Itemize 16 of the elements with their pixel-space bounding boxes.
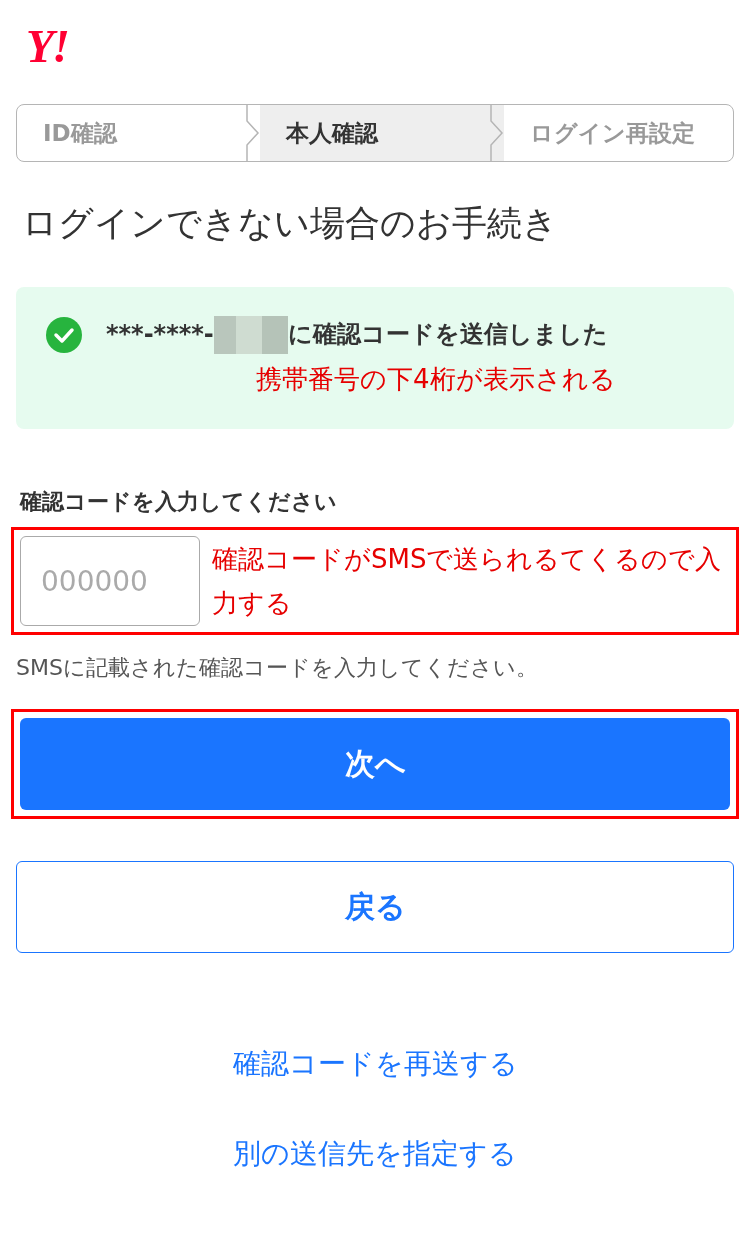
annotation-text: 確認コードがSMSで送られるてくるので入力する xyxy=(212,543,723,620)
notice-text: ***-****- に確認コードを送信しました xyxy=(106,309,608,359)
page-title: ログインできない場合のお手続き xyxy=(22,202,559,245)
field-label: 確認コードを入力してください xyxy=(20,488,338,516)
annotation-text: 携帯番号の下4桁が表示される xyxy=(256,363,616,396)
text-link[interactable]: 別の送信先を指定する xyxy=(233,1135,517,1173)
step-label: ID確認 xyxy=(42,118,119,148)
step-label: ログイン再設定 xyxy=(528,118,696,148)
help-text: SMSに記載された確認コードを入力してください。 xyxy=(16,654,539,682)
back-button[interactable]: 戻る xyxy=(16,861,734,953)
next-button[interactable]: 次へ xyxy=(20,718,730,810)
check-icon xyxy=(46,317,82,353)
step-label: 本人確認 xyxy=(260,105,490,161)
text-link[interactable]: 確認コードを再送する xyxy=(232,1045,518,1083)
logo[interactable]: Y! xyxy=(26,22,68,72)
code-input-field[interactable]: 000000 xyxy=(20,536,200,626)
